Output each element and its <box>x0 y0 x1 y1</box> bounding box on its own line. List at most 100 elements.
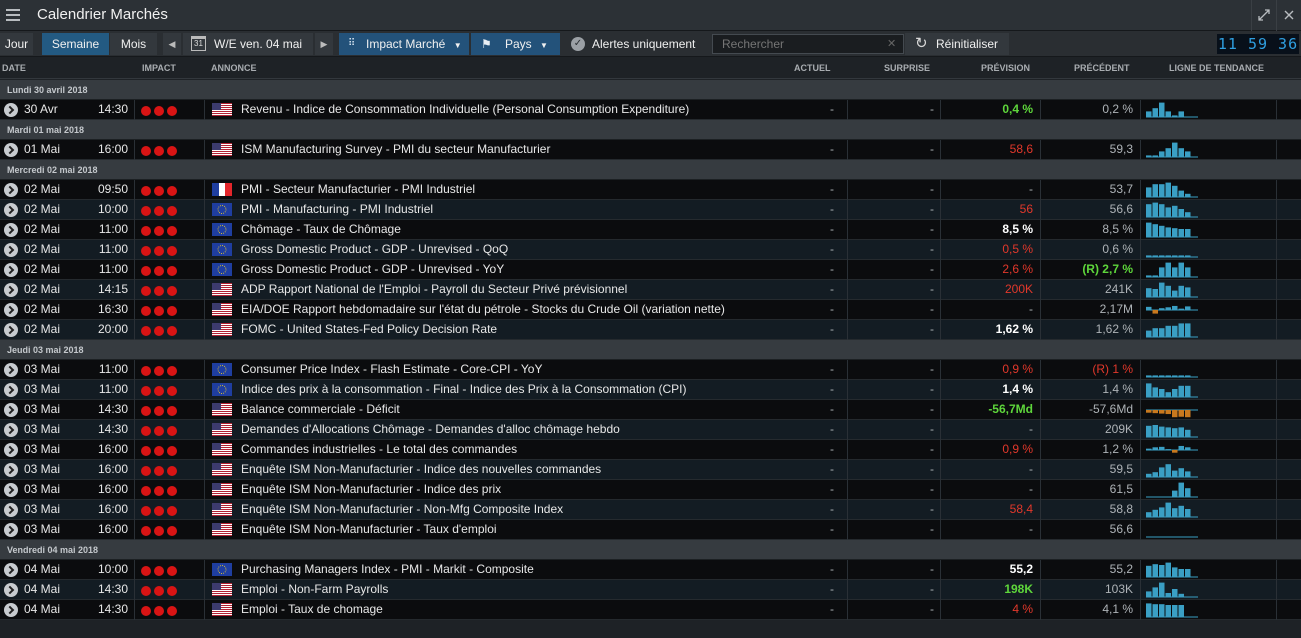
event-name[interactable]: Enquête ISM Non-Manufacturier - Non-Mfg … <box>241 500 781 519</box>
col-precedent[interactable]: PRÉCÉDENT <box>1074 63 1130 73</box>
expand-row-icon[interactable] <box>4 463 18 477</box>
event-name[interactable]: Gross Domestic Product - GDP - Unrevised… <box>241 240 781 259</box>
table-row[interactable]: 03 Mai 16:00 Enquête ISM Non-Manufacturier… <box>0 500 1301 520</box>
table-row[interactable]: 03 Mai 16:00 Enquête ISM Non-Manufacturier… <box>0 460 1301 480</box>
table-row[interactable]: 03 Mai 16:00 Commandes industrielles - Le … <box>0 440 1301 460</box>
expand-row-icon[interactable] <box>4 263 18 277</box>
expand-row-icon[interactable] <box>4 243 18 257</box>
table-row[interactable]: 30 Avr 14:30 Revenu - Indice de Consommati… <box>0 100 1301 120</box>
date-picker[interactable]: 31 W/E ven. 04 mai <box>183 33 313 55</box>
trend-bar <box>1178 468 1184 477</box>
event-name[interactable]: FOMC - United States-Fed Policy Decision… <box>241 320 781 339</box>
expand-row-icon[interactable] <box>4 603 18 617</box>
event-name[interactable]: Emploi - Non-Farm Payrolls <box>241 580 781 599</box>
expand-row-icon[interactable] <box>4 443 18 457</box>
expand-row-icon[interactable] <box>4 283 18 297</box>
expand-row-icon[interactable] <box>4 183 18 197</box>
expand-row-icon[interactable] <box>4 223 18 237</box>
table-row[interactable]: 02 Mai 14:15 ADP Rapport National de l'Emp… <box>0 280 1301 300</box>
expand-row-icon[interactable] <box>4 363 18 377</box>
col-surprise[interactable]: SURPRISE <box>884 63 930 73</box>
expand-row-icon[interactable] <box>4 383 18 397</box>
col-actuel[interactable]: ACTUEL <box>794 63 831 73</box>
pays-dropdown[interactable]: ⚑ Pays ▼ <box>471 33 560 55</box>
col-tendance[interactable]: LIGNE DE TENDANCE <box>1169 63 1264 73</box>
table-row[interactable]: 02 Mai 11:00 Chômage - Taux de Chômage - - 8,… <box>0 220 1301 240</box>
table-row[interactable]: 02 Mai 11:00 Gross Domestic Product - GDP … <box>0 260 1301 280</box>
event-name[interactable]: Emploi - Taux de chomage <box>241 600 781 619</box>
view-jour-button[interactable]: Jour <box>0 33 33 55</box>
expand-row-icon[interactable] <box>4 423 18 437</box>
table-row[interactable]: 03 Mai 16:00 Enquête ISM Non-Manufacturier… <box>0 520 1301 540</box>
actuel-value: - <box>830 282 834 296</box>
expand-row-icon[interactable] <box>4 403 18 417</box>
event-name[interactable]: Commandes industrielles - Le total des c… <box>241 440 781 459</box>
row-date: 03 Mai <box>24 482 61 496</box>
table-row[interactable]: 02 Mai 10:00 PMI - Manufacturing - PMI Ind… <box>0 200 1301 220</box>
view-mois-button[interactable]: Mois <box>110 33 157 55</box>
event-name[interactable]: PMI - Secteur Manufacturier - PMI Indust… <box>241 180 781 199</box>
col-impact[interactable]: IMPACT <box>142 63 176 73</box>
expand-row-icon[interactable] <box>4 143 18 157</box>
expand-icon[interactable] <box>1251 0 1275 31</box>
trend-bar <box>1152 202 1158 217</box>
event-name[interactable]: Demandes d'Allocations Chômage - Demande… <box>241 420 781 439</box>
col-prevision[interactable]: PRÉVISION <box>981 63 1030 73</box>
table-row[interactable]: 04 Mai 14:30 Emploi - Non-Farm Payrolls - - 1… <box>0 580 1301 600</box>
view-semaine-button[interactable]: Semaine <box>42 33 109 55</box>
event-name[interactable]: Enquête ISM Non-Manufacturier - Taux d'e… <box>241 520 781 539</box>
trend-bar <box>1172 267 1178 277</box>
impact-high-indicator <box>141 525 180 539</box>
event-name[interactable]: Balance commerciale - Déficit <box>241 400 781 419</box>
next-week-icon[interactable]: ▶ <box>315 33 333 55</box>
trend-bar <box>1172 508 1178 517</box>
table-row[interactable]: 02 Mai 11:00 Gross Domestic Product - GDP … <box>0 240 1301 260</box>
expand-row-icon[interactable] <box>4 103 18 117</box>
event-name[interactable]: Enquête ISM Non-Manufacturier - Indice d… <box>241 460 781 479</box>
expand-row-icon[interactable] <box>4 303 18 317</box>
alertes-toggle[interactable]: ✓ Alertes uniquement <box>565 33 705 55</box>
table-row[interactable]: 02 Mai 16:30 EIA/DOE Rapport hebdomadaire … <box>0 300 1301 320</box>
expand-row-icon[interactable] <box>4 203 18 217</box>
trend-bar <box>1172 605 1178 617</box>
event-name[interactable]: Enquête ISM Non-Manufacturier - Indice d… <box>241 480 781 499</box>
impact-high-indicator <box>141 145 180 159</box>
expand-row-icon[interactable] <box>4 563 18 577</box>
expand-row-icon[interactable] <box>4 523 18 537</box>
table-row[interactable]: 03 Mai 11:00 Consumer Price Index - Flash … <box>0 360 1301 380</box>
table-row[interactable]: 03 Mai 11:00 Indice des prix à la consomma… <box>0 380 1301 400</box>
table-row[interactable]: 02 Mai 20:00 FOMC - United States-Fed Poli… <box>0 320 1301 340</box>
col-date[interactable]: DATE <box>2 63 26 73</box>
event-name[interactable]: Consumer Price Index - Flash Estimate - … <box>241 360 781 379</box>
expand-row-icon[interactable] <box>4 323 18 337</box>
clear-search-icon[interactable]: ✕ <box>887 37 896 50</box>
table-row[interactable]: 04 Mai 14:30 Emploi - Taux de chomage - - 4 %… <box>0 600 1301 620</box>
events-table: Lundi 30 avril 2018 30 Avr 14:30 Revenu - I… <box>0 80 1301 620</box>
col-annonce[interactable]: ANNONCE <box>211 63 257 73</box>
event-name[interactable]: Revenu - Indice de Consommation Individu… <box>241 100 781 119</box>
hamburger-menu-icon[interactable] <box>4 6 22 24</box>
expand-row-icon[interactable] <box>4 483 18 497</box>
search-input[interactable] <box>712 34 904 54</box>
table-row[interactable]: 03 Mai 14:30 Demandes d'Allocations Chômag… <box>0 420 1301 440</box>
event-name[interactable]: ADP Rapport National de l'Emploi - Payro… <box>241 280 781 299</box>
table-row[interactable]: 03 Mai 14:30 Balance commerciale - Déficit… <box>0 400 1301 420</box>
table-row[interactable]: 04 Mai 10:00 Purchasing Managers Index - P… <box>0 560 1301 580</box>
previous-week-icon[interactable]: ◀ <box>163 33 181 55</box>
event-name[interactable]: PMI - Manufacturing - PMI Industriel <box>241 200 781 219</box>
expand-row-icon[interactable] <box>4 503 18 517</box>
event-name[interactable]: Indice des prix à la consommation - Fina… <box>241 380 781 399</box>
event-name[interactable]: Chômage - Taux de Chômage <box>241 220 781 239</box>
table-row[interactable]: 03 Mai 16:00 Enquête ISM Non-Manufacturier… <box>0 480 1301 500</box>
trend-sparkline <box>1146 440 1206 459</box>
expand-row-icon[interactable] <box>4 583 18 597</box>
impact-marche-dropdown[interactable]: ⠿ Impact Marché ▼ <box>339 33 469 55</box>
table-row[interactable]: 01 Mai 16:00 ISM Manufacturing Survey - PM… <box>0 140 1301 160</box>
event-name[interactable]: ISM Manufacturing Survey - PMI du secteu… <box>241 140 781 159</box>
event-name[interactable]: Purchasing Managers Index - PMI - Markit… <box>241 560 781 579</box>
event-name[interactable]: Gross Domestic Product - GDP - Unrevised… <box>241 260 781 279</box>
reset-button[interactable]: ↻ Réinitialiser <box>905 33 1009 55</box>
close-icon[interactable] <box>1276 0 1300 31</box>
event-name[interactable]: EIA/DOE Rapport hebdomadaire sur l'état … <box>241 300 781 319</box>
table-row[interactable]: 02 Mai 09:50 PMI - Secteur Manufacturier -… <box>0 180 1301 200</box>
